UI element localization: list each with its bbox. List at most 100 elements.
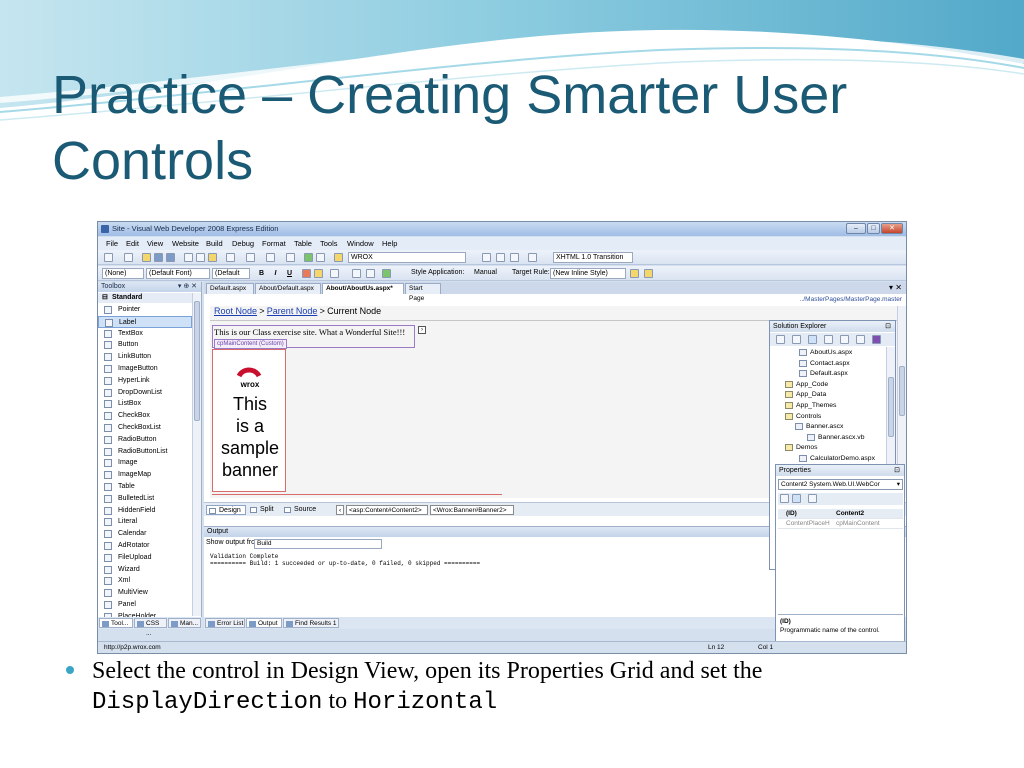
doc-tabs-close[interactable]: ▾ ✕ — [889, 283, 902, 292]
sample-banner[interactable]: wrox This is a sample banner — [212, 349, 286, 492]
toolbox-item-panel[interactable]: Panel — [98, 599, 192, 611]
toolbox-item-listbox[interactable]: ListBox — [98, 398, 192, 410]
categorized-icon[interactable] — [780, 494, 789, 503]
comment-icon[interactable] — [510, 253, 519, 262]
toolbox-item-imagemap[interactable]: ImageMap — [98, 469, 192, 481]
open-icon[interactable] — [142, 253, 151, 262]
numbered-list-icon[interactable] — [352, 269, 361, 278]
window-icon[interactable] — [286, 253, 295, 262]
doctype-combo[interactable]: XHTML 1.0 Transition — [553, 252, 633, 263]
properties-pin-icon[interactable]: ⊡ — [894, 465, 900, 476]
save-icon[interactable] — [154, 253, 163, 262]
close-button[interactable]: ✕ — [881, 223, 903, 234]
doc-tab-default[interactable]: Default.aspx — [206, 283, 254, 294]
toolbox-item-literal[interactable]: Literal — [98, 516, 192, 528]
master-page-path[interactable]: ../MasterPages/MasterPage.master — [800, 296, 902, 303]
tab-find-results[interactable]: Find Results 1 — [283, 618, 339, 628]
menu-build[interactable]: Build — [206, 239, 223, 248]
toolbox-item-image[interactable]: Image — [98, 457, 192, 469]
cut-icon[interactable] — [184, 253, 193, 262]
show-output-combo[interactable]: Build — [254, 539, 382, 549]
toolbox-item-linkbutton[interactable]: LinkButton — [98, 351, 192, 363]
smart-tag-icon[interactable]: › — [418, 326, 426, 334]
toolbox-item-adrotator[interactable]: AdRotator — [98, 540, 192, 552]
solution-item-controls[interactable]: Controls — [784, 412, 821, 421]
italic-button[interactable]: I — [270, 268, 281, 279]
browse-icon[interactable] — [316, 253, 325, 262]
toolbox-item-radiobuttonlist[interactable]: RadioButtonList — [98, 446, 192, 458]
solution-item-default-aspx[interactable]: Default.aspx — [798, 369, 848, 378]
asp-config-icon[interactable] — [872, 335, 881, 344]
navigate-icon[interactable] — [266, 253, 275, 262]
toolbox-item-wizard[interactable]: Wizard — [98, 564, 192, 576]
toolbox-item-checkboxlist[interactable]: CheckBoxList — [98, 422, 192, 434]
solution-item-calculatordemo-aspx[interactable]: CalculatorDemo.aspx — [798, 454, 875, 463]
toolbox-item-label[interactable]: Label — [98, 315, 192, 328]
property-pages-icon[interactable] — [808, 494, 817, 503]
tab-error-list[interactable]: Error List — [205, 618, 245, 628]
view-designer-icon[interactable] — [840, 335, 849, 344]
solution-item-aboutus-aspx[interactable]: AboutUs.aspx — [798, 348, 852, 357]
tag-nav-banner[interactable]: <Wrox:Banner#Banner2> — [430, 505, 514, 515]
toolbox-item-imagebutton[interactable]: ImageButton — [98, 363, 192, 375]
block-format-combo[interactable]: (None) — [102, 268, 144, 279]
solution-item-app-data[interactable]: App_Data — [784, 390, 826, 399]
menu-website[interactable]: Website — [172, 239, 199, 248]
config-combo[interactable]: WROX — [348, 252, 466, 263]
toolbox-item-fileupload[interactable]: FileUpload — [98, 552, 192, 564]
toolbox-item-textbox[interactable]: TextBox — [98, 328, 192, 340]
toolbox-scrollbar[interactable] — [192, 293, 201, 616]
toolbox-item-table[interactable]: Table — [98, 481, 192, 493]
solution-item-demos[interactable]: Demos — [784, 443, 818, 452]
menu-table[interactable]: Table — [294, 239, 312, 248]
menu-window[interactable]: Window — [347, 239, 374, 248]
property-row-contentplaceholder[interactable]: ContentPlaceH cpMainContent — [778, 519, 903, 529]
view-source-tab[interactable]: Source — [282, 505, 320, 515]
redo-icon[interactable] — [246, 253, 255, 262]
refresh-icon[interactable] — [792, 335, 801, 344]
view-split-tab[interactable]: Split — [248, 505, 278, 515]
start-debug-icon[interactable] — [304, 253, 313, 262]
breadcrumb-root[interactable]: Root Node — [214, 306, 257, 316]
menu-format[interactable]: Format — [262, 239, 286, 248]
tab-toolbox[interactable]: Tool... — [99, 618, 133, 628]
solution-item-banner-ascx-vb[interactable]: Banner.ascx.vb — [806, 433, 864, 442]
solution-item-app-themes[interactable]: App_Themes — [784, 401, 836, 410]
nest-icon[interactable] — [808, 335, 817, 344]
copy-website-icon[interactable] — [856, 335, 865, 344]
font-name-combo[interactable]: (Default Font) — [146, 268, 210, 279]
justify-icon[interactable] — [330, 269, 339, 278]
copy-icon[interactable] — [196, 253, 205, 262]
doc-tab-start-page[interactable]: Start Page — [405, 283, 441, 302]
tab-output[interactable]: Output — [246, 618, 282, 628]
design-scroll-thumb[interactable] — [899, 366, 905, 416]
find-icon[interactable] — [334, 253, 343, 262]
toolbox-section-standard[interactable]: ⊟ Standard — [98, 293, 192, 303]
doc-tab-aboutus[interactable]: About/AboutUs.aspx* — [322, 283, 404, 294]
toolbox-pin-close[interactable]: ▾ ⊕ ✕ — [178, 282, 197, 292]
breadcrumb-parent[interactable]: Parent Node — [267, 306, 318, 316]
toolbox-item-dropdownlist[interactable]: DropDownList — [98, 387, 192, 399]
outdent-icon[interactable] — [496, 253, 505, 262]
bullet-list-icon[interactable] — [366, 269, 375, 278]
toolbox-scroll-thumb[interactable] — [194, 301, 200, 421]
target-rule-combo[interactable]: (New Inline Style) — [550, 268, 626, 279]
add-item-icon[interactable] — [124, 253, 133, 262]
doc-tab-about-default[interactable]: About/Default.aspx — [255, 283, 321, 294]
style-application-combo[interactable]: Manual — [472, 268, 508, 279]
uncomment-icon[interactable] — [528, 253, 537, 262]
tab-css[interactable]: CSS ... — [134, 618, 167, 637]
toolbox-item-radiobutton[interactable]: RadioButton — [98, 434, 192, 446]
menu-file[interactable]: File — [106, 239, 118, 248]
properties-object-combo[interactable]: Content2 System.Web.UI.WebCor ▾ — [778, 479, 903, 490]
indent-icon[interactable] — [482, 253, 491, 262]
toolbox-item-hyperlink[interactable]: HyperLink — [98, 375, 192, 387]
solution-item-contact-aspx[interactable]: Contact.aspx — [798, 359, 850, 368]
font-size-combo[interactable]: (Default — [212, 268, 250, 279]
solution-item-app-code[interactable]: App_Code — [784, 380, 828, 389]
toolbox-item-xml[interactable]: Xml — [98, 575, 192, 587]
view-design-tab[interactable]: Design — [206, 505, 246, 515]
hyperlink-icon[interactable] — [382, 269, 391, 278]
toolbox-item-bulletedlist[interactable]: BulletedList — [98, 493, 192, 505]
toolbox-item-pointer[interactable]: Pointer — [98, 304, 192, 316]
